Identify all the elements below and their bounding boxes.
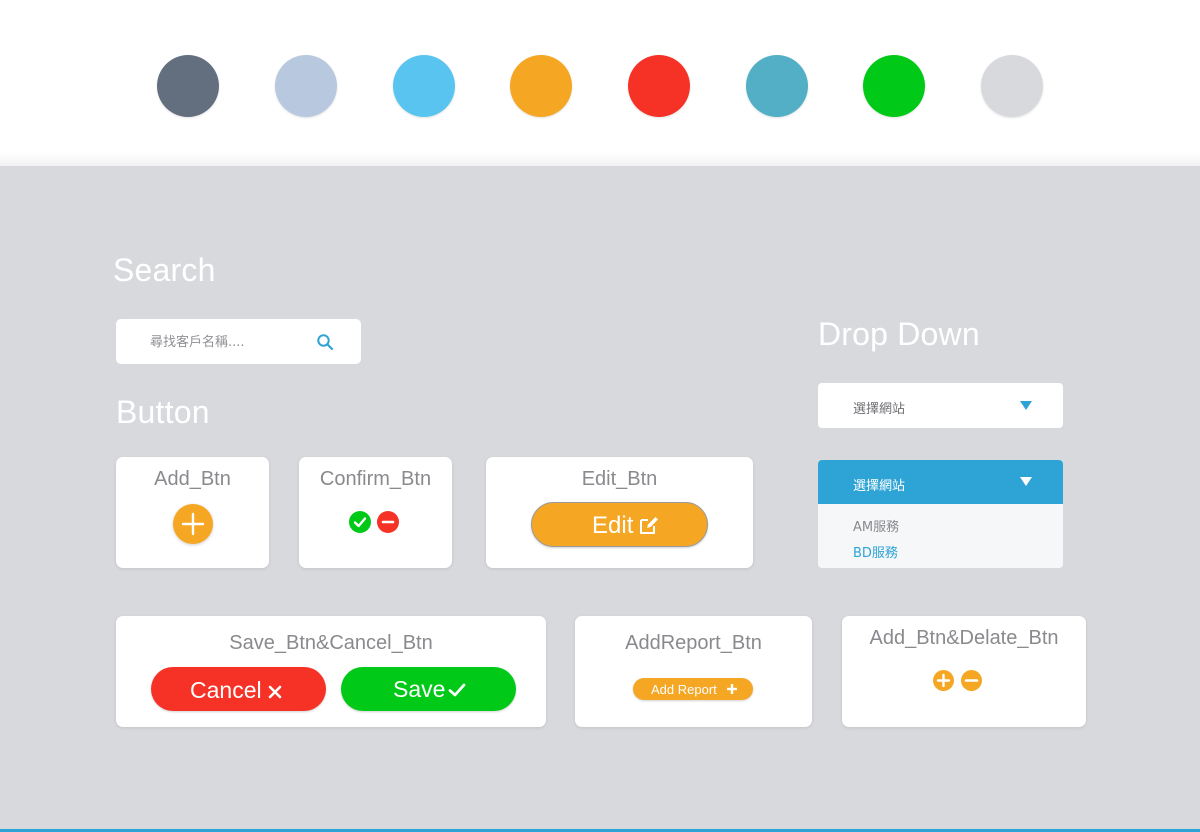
add-button[interactable] xyxy=(173,504,213,544)
minus-icon xyxy=(964,679,979,682)
add-report-button[interactable]: Add Report xyxy=(633,678,753,700)
card-title: Add_Btn xyxy=(154,468,231,490)
close-icon xyxy=(268,685,282,699)
check-icon xyxy=(448,683,466,697)
dropdown-header[interactable]: 選擇網站 xyxy=(818,460,1063,504)
confirm-button[interactable] xyxy=(349,511,371,533)
minus-icon xyxy=(381,520,395,524)
save-button[interactable]: Save xyxy=(341,667,516,711)
color-swatch xyxy=(510,55,572,117)
color-swatch xyxy=(628,55,690,117)
plus-icon xyxy=(727,684,737,694)
color-palette xyxy=(0,0,1200,166)
dropdown-option[interactable]: AM服務 xyxy=(853,516,899,535)
card-title: Confirm_Btn xyxy=(319,468,432,490)
add-delete-card: Add_Btn&Delate_Btn xyxy=(842,616,1086,727)
color-swatch xyxy=(746,55,808,117)
dropdown-expanded: 選擇網站 AM服務 BD服務 xyxy=(818,460,1063,568)
dropdown-selected-value: 選擇網站 xyxy=(853,479,906,494)
dropdown-selected-value: 選擇網站 xyxy=(853,402,906,417)
chevron-down-icon[interactable] xyxy=(1020,401,1032,410)
dropdown-collapsed[interactable]: 選擇網站 xyxy=(818,383,1063,428)
edit-btn-card: Edit_Btn Edit xyxy=(486,457,753,568)
chevron-down-icon[interactable] xyxy=(1020,477,1032,486)
cancel-button[interactable]: Cancel xyxy=(151,667,326,711)
add-btn-card: Add_Btn xyxy=(116,457,269,568)
dropdown-option[interactable]: BD服務 xyxy=(853,542,898,561)
edit-button-label: Edit xyxy=(592,512,634,539)
cancel-button-label: Cancel xyxy=(190,677,262,703)
cancel-round-button[interactable] xyxy=(377,511,399,533)
add-report-button-label: Add Report xyxy=(651,682,717,697)
plus-icon xyxy=(936,673,951,688)
save-button-label: Save xyxy=(393,676,446,702)
plus-icon xyxy=(181,512,205,536)
color-swatch xyxy=(157,55,219,117)
color-swatch xyxy=(863,55,925,117)
card-title: Add_Btn&Delate_Btn xyxy=(869,627,1059,649)
search-icon[interactable] xyxy=(316,333,334,351)
card-title: Save_Btn&Cancel_Btn xyxy=(229,632,433,654)
button-section-title: Button xyxy=(116,394,210,430)
search-box[interactable] xyxy=(116,319,361,364)
edit-button[interactable]: Edit xyxy=(531,502,708,547)
delete-button[interactable] xyxy=(961,670,982,691)
card-title: AddReport_Btn xyxy=(625,632,762,654)
search-input[interactable] xyxy=(150,331,320,353)
color-swatch xyxy=(981,55,1043,117)
add-button[interactable] xyxy=(933,670,954,691)
card-title: Edit_Btn xyxy=(581,468,658,490)
search-section-title: Search xyxy=(113,252,216,288)
dropdown-section-title: Drop Down xyxy=(818,316,980,352)
edit-icon xyxy=(640,517,658,534)
add-report-card: AddReport_Btn Add Report xyxy=(575,616,812,727)
check-icon xyxy=(353,517,367,528)
color-swatch xyxy=(393,55,455,117)
confirm-btn-card: Confirm_Btn xyxy=(299,457,452,568)
save-cancel-card: Save_Btn&Cancel_Btn Cancel Save xyxy=(116,616,546,727)
color-swatch xyxy=(275,55,337,117)
